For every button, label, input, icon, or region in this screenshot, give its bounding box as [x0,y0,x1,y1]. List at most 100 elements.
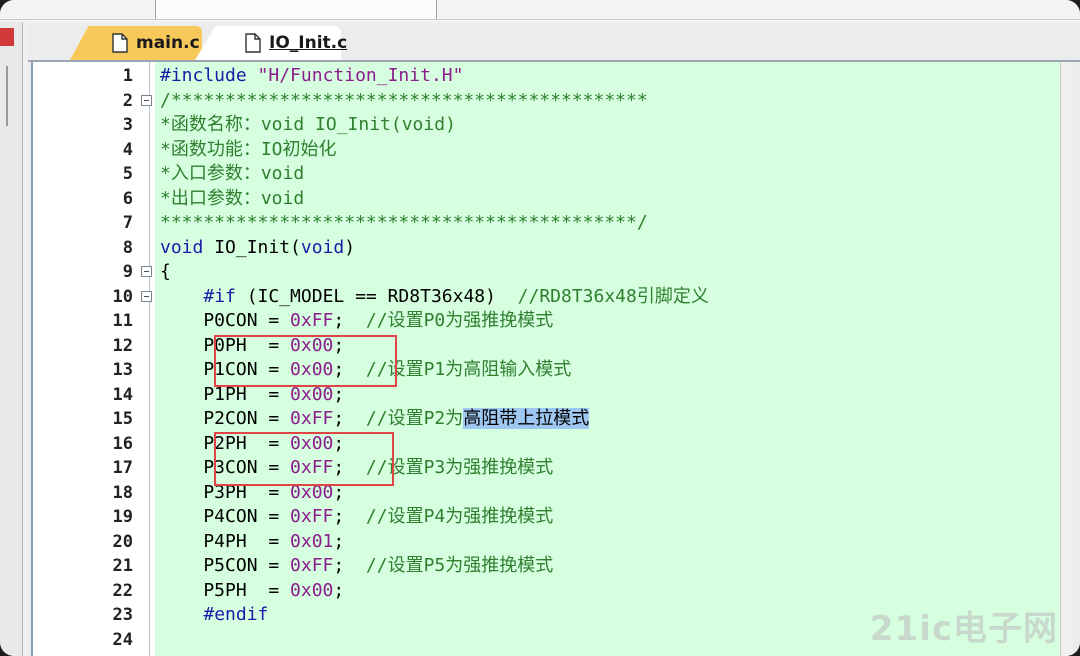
line-number: 7 [122,213,133,233]
code-token: ; [333,432,345,454]
project-panel-edge [0,22,23,656]
code-line[interactable]: 13 P1CON = 0x00; //设置P1为高阻输入模式 [33,358,1058,383]
code-token: //设置P1为高阻输入模式 [365,359,572,380]
code-text: P2PH = 0x00; [160,432,344,457]
code-token: P1PH = [160,383,291,405]
code-line[interactable]: 7 ***************************************… [33,211,1058,236]
line-number: 10 [112,286,133,307]
code-token: void [160,236,204,258]
code-line[interactable]: 11 P0CON = 0xFF; //设置P0为强推挽模式 [33,309,1058,334]
line-number: 18 [112,482,133,503]
code-line[interactable]: 12 P0PH = 0x00; [33,334,1058,359]
code-text: #endif [160,603,268,628]
code-token: ; [333,481,345,503]
code-token: ; [333,408,366,429]
code-token: 0xFF [290,555,334,576]
code-line[interactable]: 19 P4CON = 0xFF; //设置P4为强推挽模式 [33,505,1058,530]
code-line[interactable]: 15 P2CON = 0xFF; //设置P2为高阻带上拉模式 [33,407,1058,432]
line-number: 23 [112,605,133,625]
code-line[interactable]: 22 P5PH = 0x00; [33,579,1058,604]
code-text: P3PH = 0x00; [160,481,344,506]
code-token: #endif [203,604,269,625]
code-token: ; [333,555,366,576]
code-token: //RD8T36x48引脚定义 [517,285,709,307]
line-number: 12 [112,335,133,356]
code-token: P2CON = [160,408,291,429]
code-token: P3CON = [160,457,291,478]
line-number: 22 [112,580,133,601]
code-text: *函数名称：void IO_Init(void) [160,113,456,138]
code-token: P1CON = [160,359,291,380]
code-token: //设置P5为强推挽模式 [365,555,554,576]
code-line[interactable]: 1 #include "H/Function_Init.H" [33,64,1058,89]
code-line[interactable]: 10 #if (IC_MODEL == RD8T36x48) //RD8T36x… [33,285,1058,310]
tab-content: IO_Init.c [195,33,347,53]
fold-toggle-icon[interactable] [141,290,152,302]
code-token: P0PH = [160,334,291,356]
code-text: P5PH = 0x00; [160,579,344,604]
watermark-logo: 21ic电子网 [869,609,1058,649]
code-token: ; [333,530,345,552]
line-number: 14 [112,384,133,405]
code-text: *出口参数：void [160,187,304,212]
code-text: P4CON = 0xFF; //设置P4为强推挽模式 [160,505,553,530]
line-number: 16 [112,433,133,454]
line-number: 1 [122,66,133,86]
code-token: (IC_MODEL == RD8T36x48) [235,285,518,307]
code-token: *出口参数：void [160,187,305,209]
code-line[interactable]: 21 P5CON = 0xFF; //设置P5为强推挽模式 [33,554,1058,579]
fold-toggle-icon[interactable] [141,266,152,277]
code-token: #include [160,65,258,86]
code-line[interactable]: 18 P3PH = 0x00; [33,481,1058,506]
code-token: "H/Function_Init.H" [257,65,464,86]
code-token: IO_Init( [203,236,301,258]
code-line[interactable]: 20 P4PH = 0x01; [33,530,1058,555]
code-token: //设置P2为 [365,408,464,429]
code-token: 0x01 [290,530,334,552]
tab-main-c[interactable]: main.c [70,26,202,60]
code-token: 0x00 [290,334,334,356]
code-line[interactable]: 3 *函数名称：void IO_Init(void) [33,113,1058,138]
code-editor[interactable]: 1 #include "H/Function_Init.H" 2 /*********… [31,62,1073,656]
code-token: *函数名称：void IO_Init(void) [160,114,456,135]
code-line[interactable]: 6 *出口参数：void [33,187,1058,212]
fold-toggle-icon[interactable] [141,94,152,106]
code-token: //设置P0为强推挽模式 [365,310,554,331]
tab-io-init-c[interactable]: IO_Init.c [195,26,347,60]
code-text: P3CON = 0xFF; //设置P3为强推挽模式 [160,456,553,481]
code-line[interactable]: 4 *函数功能：IO初始化 [33,138,1058,163]
line-number: 20 [112,531,133,552]
line-number: 6 [122,188,133,209]
code-line[interactable]: 2 /**************************************… [33,89,1058,114]
panel-marker [0,28,14,46]
code-line[interactable]: 9{ [33,260,1058,285]
tab-label: IO_Init.c [269,33,348,53]
code-line[interactable]: 8 void IO_Init(void) [33,236,1058,261]
code-line[interactable]: 14 P1PH = 0x00; [33,383,1058,408]
code-line[interactable]: 16 P2PH = 0x00; [33,432,1058,457]
file-tab-bar: main.c IO_Init.c [28,22,1080,62]
code-text: P1PH = 0x00; [160,383,344,408]
panel-guide [6,66,8,126]
code-line[interactable]: 17 P3CON = 0xFF; //设置P3为强推挽模式 [33,456,1058,481]
line-number: 9 [122,262,133,282]
code-token: *函数功能：IO初始化 [160,138,337,160]
code-token: { [160,261,171,282]
code-token: /***************************************… [160,89,648,111]
code-token: P4CON = [160,506,291,527]
code-token: void [300,236,345,258]
line-number: 3 [122,115,133,135]
code-text: *函数功能：IO初始化 [160,138,337,163]
code-token: P2PH = [160,432,291,454]
line-number: 2 [122,90,133,111]
code-line[interactable]: 5 *入口参数：void [33,162,1058,187]
code-text: void IO_Init(void) [160,236,355,261]
toolbar-field[interactable] [155,0,437,20]
code-token: //设置P3为强推挽模式 [365,457,554,478]
editor-pane: main.c IO_Init.c 1 #include "H/Function_I… [28,22,1080,656]
vertical-scrollbar[interactable] [1060,62,1073,656]
top-toolbar-strip [0,0,1080,22]
selected-text: 高阻带上拉模式 [463,408,590,429]
